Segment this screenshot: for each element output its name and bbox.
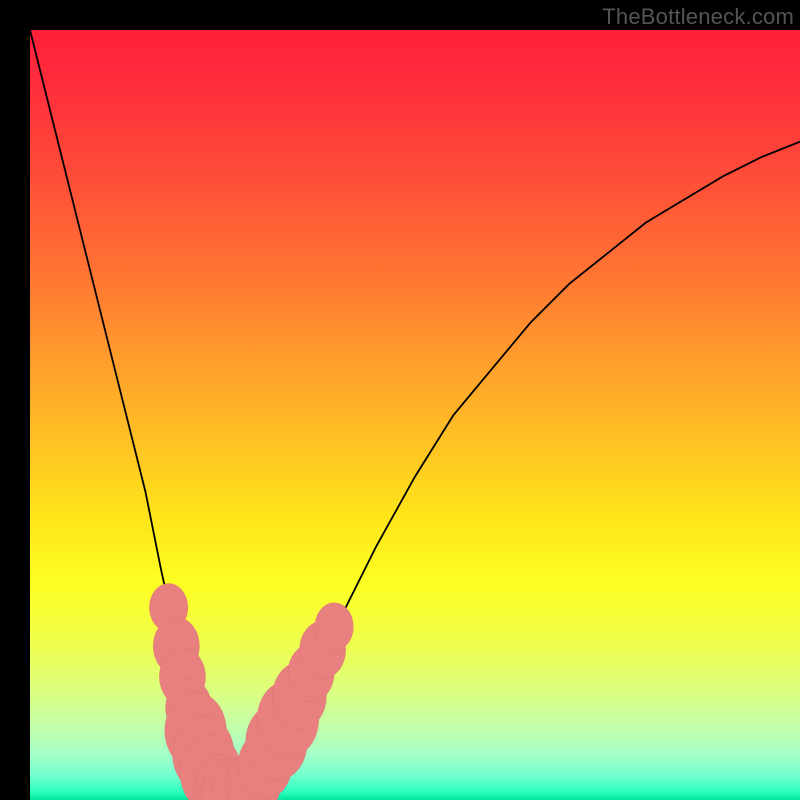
bottleneck-curve (30, 30, 800, 800)
plot-area (30, 30, 800, 800)
chart-frame: TheBottleneck.com (0, 0, 800, 800)
curve-path (30, 30, 800, 800)
curve-markers (149, 583, 353, 800)
curve-marker (315, 603, 354, 651)
attribution-label: TheBottleneck.com (602, 4, 794, 30)
